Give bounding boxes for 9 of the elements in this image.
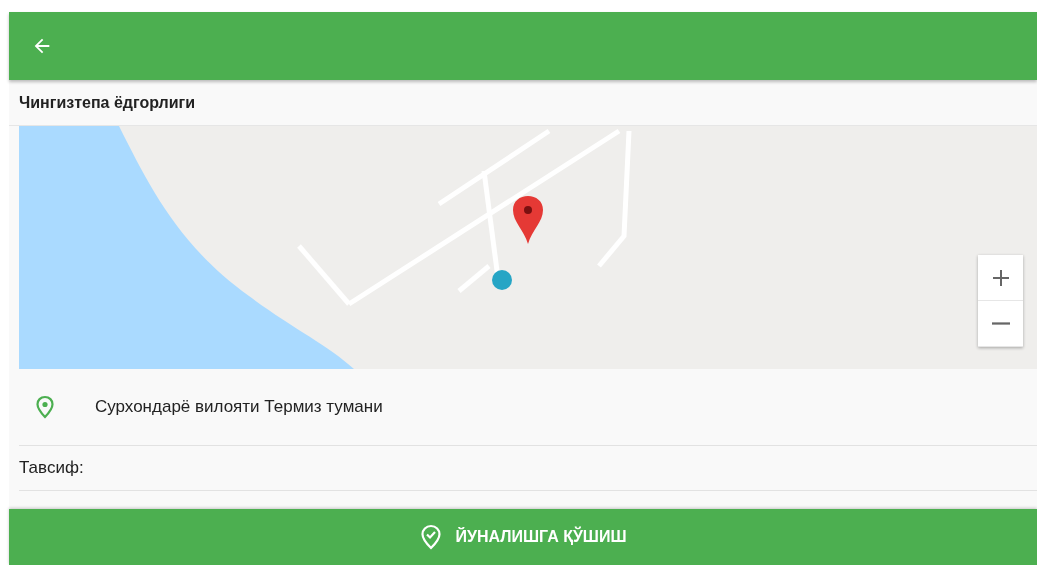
address-text: Сурхондарё вилояти Термиз тумани <box>95 397 383 417</box>
plus-icon <box>990 267 1011 288</box>
pin-check-icon <box>419 524 442 550</box>
zoom-out-button[interactable] <box>978 301 1023 347</box>
minus-icon <box>991 322 1010 325</box>
location-pin-icon <box>35 395 55 419</box>
description-label: Тавсиф: <box>19 446 1037 491</box>
zoom-in-button[interactable] <box>978 255 1023 301</box>
add-to-route-button[interactable]: ЙУНАЛИШГА ҚЎШИШ <box>9 509 1037 565</box>
